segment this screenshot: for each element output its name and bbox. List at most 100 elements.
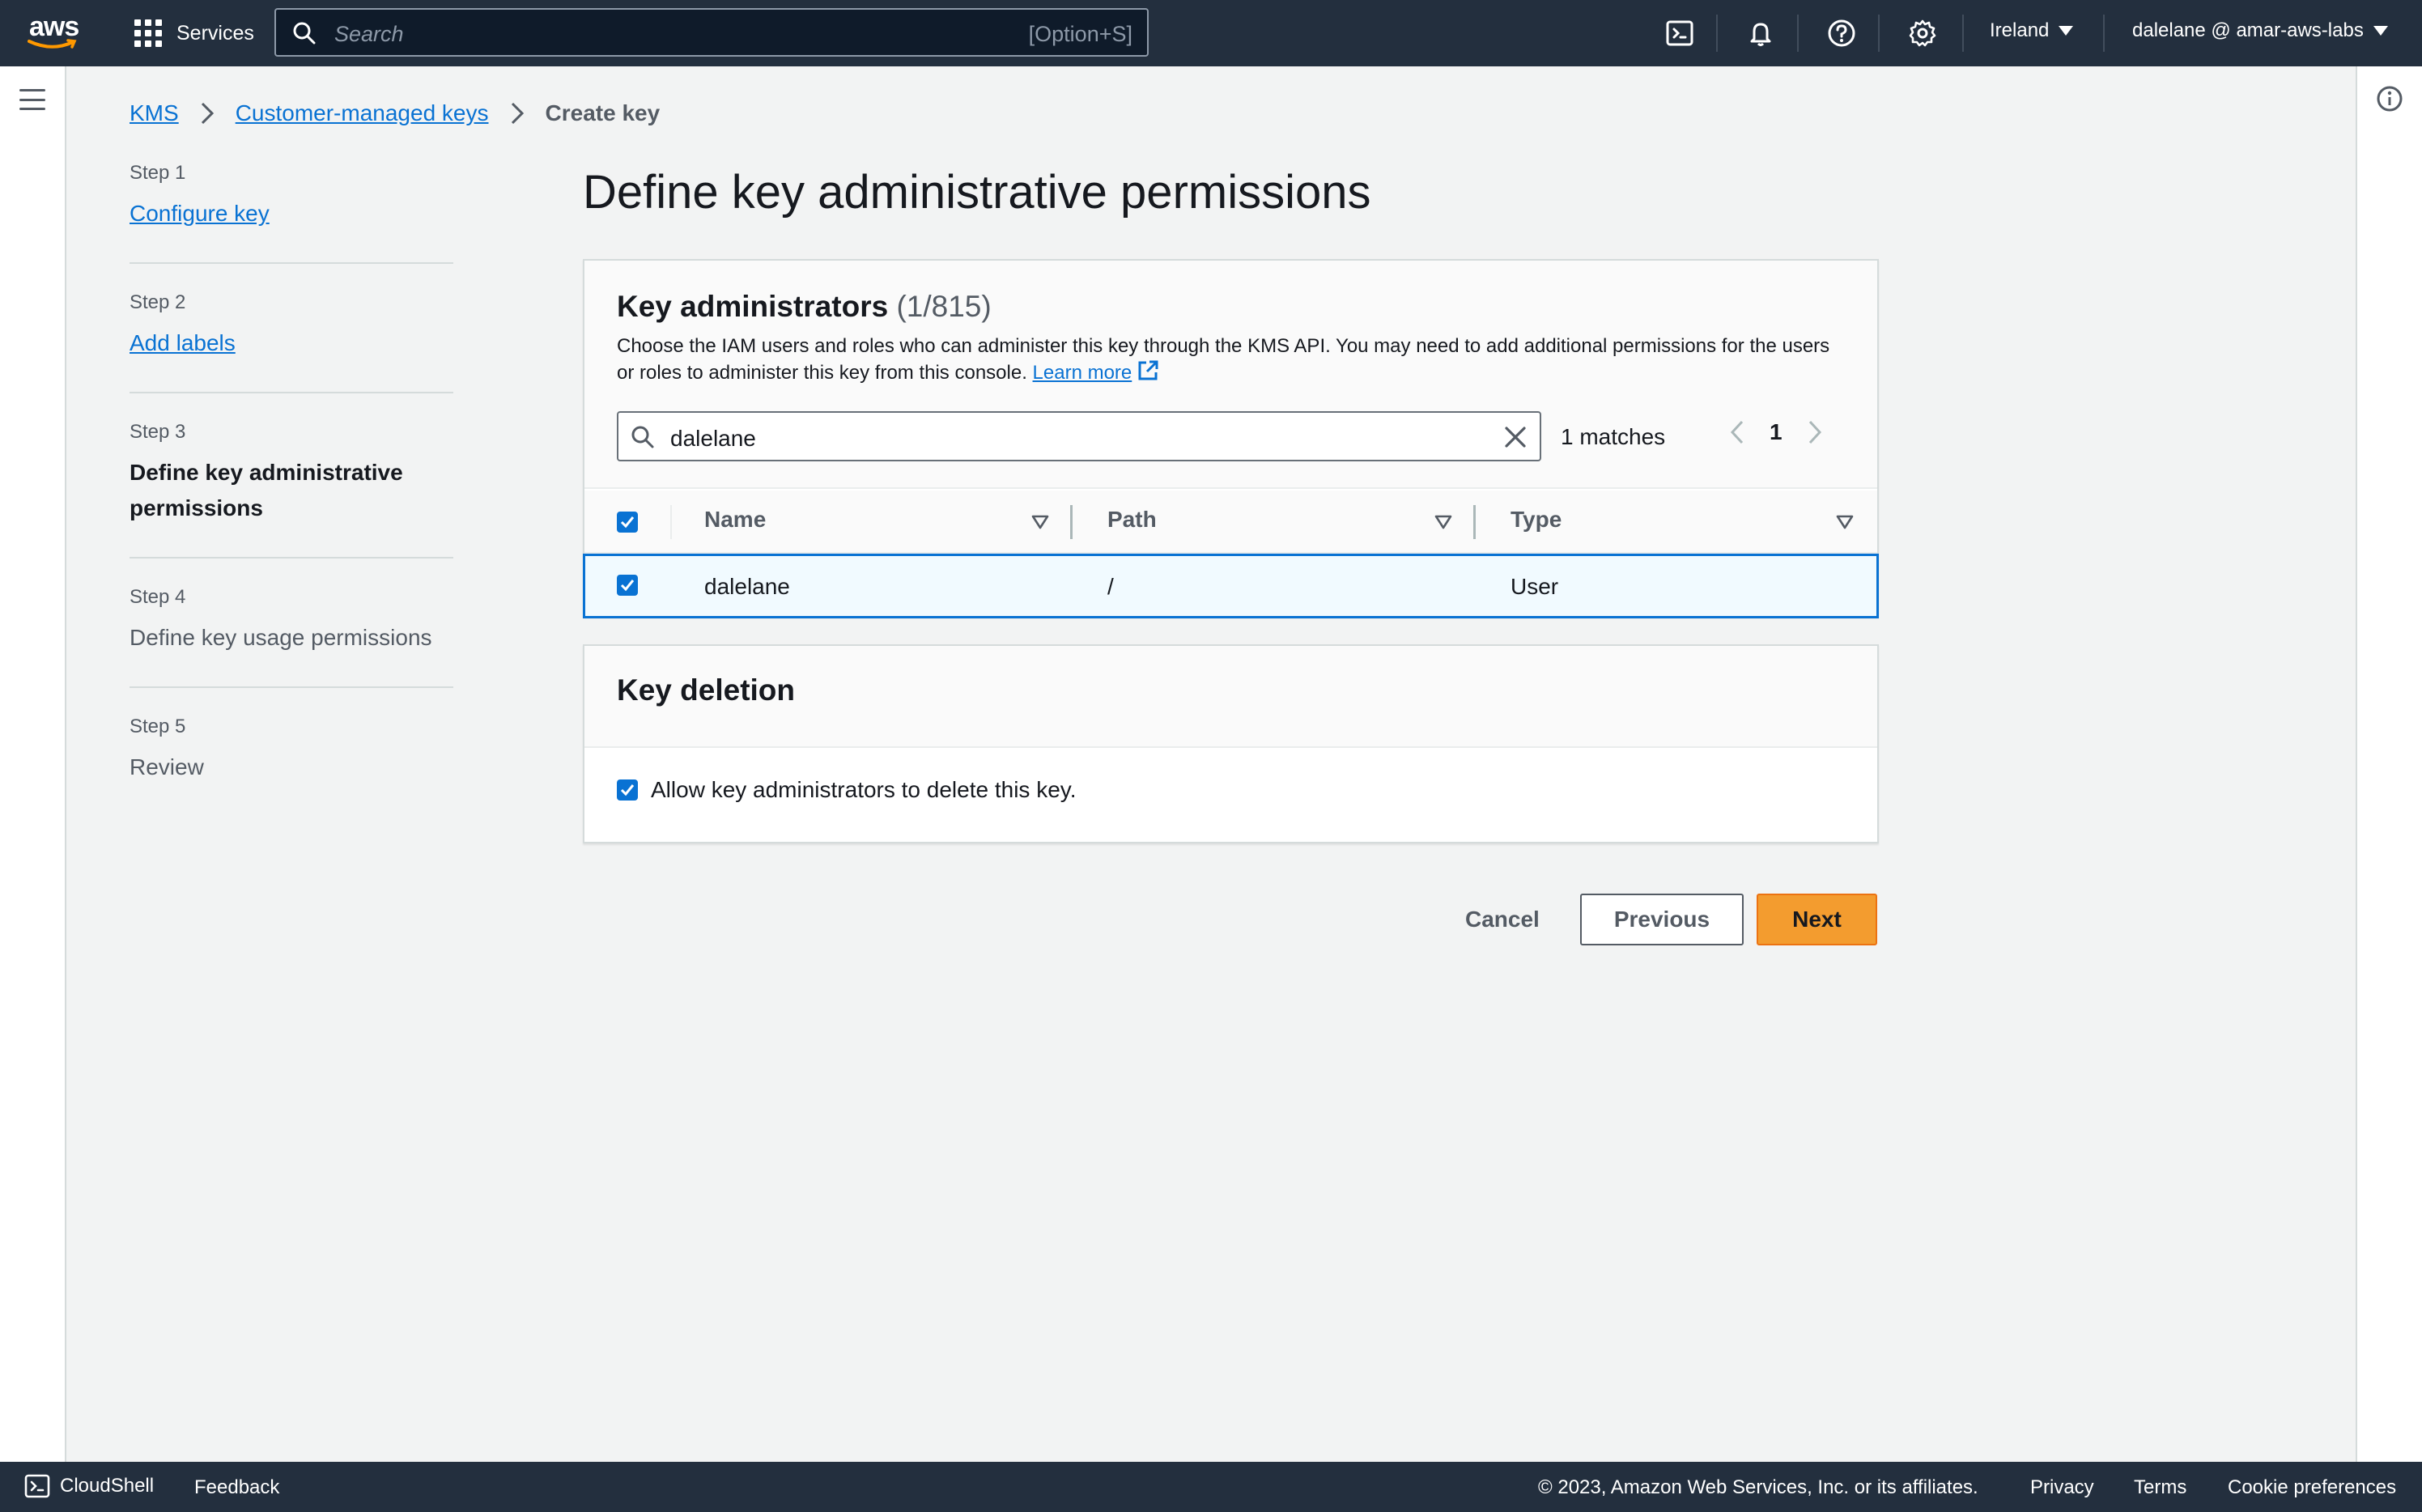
current-page[interactable]: 1 <box>1770 419 1783 445</box>
check-icon <box>620 580 635 592</box>
region-selector[interactable]: Ireland <box>1990 19 2074 42</box>
allow-delete-label[interactable]: Allow key administrators to delete this … <box>651 777 1076 803</box>
pagination: 1 <box>1729 419 1823 445</box>
chevron-left-icon <box>1730 420 1744 444</box>
cookie-preferences-link[interactable]: Cookie preferences <box>2228 1476 2396 1499</box>
selection-count: (1/815) <box>896 290 992 323</box>
table-header: Name Path Type <box>584 491 1877 554</box>
wizard-step-1: Step 1 Configure key <box>130 162 453 264</box>
search-placeholder: Search <box>334 22 404 46</box>
allow-delete-checkbox[interactable] <box>617 779 638 801</box>
next-page-button[interactable] <box>1807 419 1823 445</box>
panel-title: Key administrators (1/815) <box>617 290 992 324</box>
footer: CloudShell Feedback © 2023, Amazon Web S… <box>0 1462 2422 1512</box>
clear-filter-icon[interactable] <box>1502 424 1528 450</box>
panel-title: Key deletion <box>617 673 795 707</box>
global-search-input[interactable]: Search [Option+S] <box>274 8 1149 57</box>
help-icon[interactable] <box>1825 16 1859 50</box>
chevron-right-icon <box>201 102 214 125</box>
step-number: Step 2 <box>130 291 186 313</box>
learn-more-link[interactable]: Learn more <box>1033 362 1132 384</box>
column-header-path[interactable]: Path <box>1107 507 1157 533</box>
sort-icon[interactable] <box>1434 515 1452 529</box>
check-icon <box>620 784 635 796</box>
nav-divider <box>1878 15 1880 52</box>
wizard-steps: Step 1 Configure key Step 2 Add labels S… <box>130 162 453 843</box>
wizard-step-2: Step 2 Add labels <box>130 291 453 393</box>
panel-header: Key administrators (1/815) Choose the IA… <box>584 261 1877 489</box>
services-menu[interactable]: Services <box>134 18 254 49</box>
chevron-right-icon <box>1808 420 1821 444</box>
info-icon[interactable] <box>2375 84 2404 113</box>
gear-icon[interactable] <box>1906 16 1940 50</box>
cloudshell-icon[interactable] <box>1663 16 1697 50</box>
search-icon <box>293 22 316 45</box>
bell-icon[interactable] <box>1744 16 1778 50</box>
column-header-name[interactable]: Name <box>704 507 766 533</box>
key-administrators-panel: Key administrators (1/815) Choose the IA… <box>583 259 1879 618</box>
column-resizer[interactable] <box>1070 505 1073 539</box>
filter-input[interactable]: dalelane <box>617 411 1541 461</box>
nav-divider <box>1716 15 1718 52</box>
right-tools-rail <box>2356 66 2422 1462</box>
table-row[interactable]: dalelane / User <box>583 554 1879 618</box>
external-link-icon <box>1138 360 1158 380</box>
step-label: Review <box>130 754 204 779</box>
step-current-label: Define key administrative permissions <box>130 460 403 520</box>
step-link-configure-key[interactable]: Configure key <box>130 196 453 231</box>
row-checkbox[interactable] <box>617 575 638 596</box>
cancel-button[interactable]: Cancel <box>1441 907 1564 932</box>
aws-logo[interactable]: aws <box>28 11 81 52</box>
nav-divider <box>1962 15 1964 52</box>
step-number: Step 5 <box>130 716 186 737</box>
cell-name: dalelane <box>704 574 790 599</box>
search-icon <box>631 426 654 448</box>
sort-icon[interactable] <box>1836 515 1854 529</box>
privacy-link[interactable]: Privacy <box>2030 1476 2094 1499</box>
nav-divider <box>2103 15 2105 52</box>
wizard-step-3: Step 3 Define key administrative permiss… <box>130 421 453 559</box>
cloudshell-icon <box>24 1474 50 1498</box>
top-navigation: aws Services Search [Option+S] Ireland d… <box>0 0 2422 66</box>
check-icon <box>620 516 635 529</box>
allow-delete-option[interactable]: Allow key administrators to delete this … <box>617 777 1076 803</box>
panel-header: Key deletion <box>584 646 1877 748</box>
breadcrumb: KMS Customer-managed keys Create key <box>130 100 660 126</box>
wizard-step-4: Step 4 Define key usage permissions <box>130 586 453 688</box>
copyright-text: © 2023, Amazon Web Services, Inc. or its… <box>1538 1476 1978 1498</box>
panel-description: Choose the IAM users and roles who can a… <box>617 333 1847 386</box>
cloudshell-button[interactable]: CloudShell <box>24 1473 154 1499</box>
next-button[interactable]: Next <box>1757 894 1877 945</box>
column-header-type[interactable]: Type <box>1511 507 1562 533</box>
wizard-actions: Cancel Previous Next <box>1441 894 1877 945</box>
cloudshell-label: CloudShell <box>60 1475 155 1497</box>
feedback-link[interactable]: Feedback <box>194 1476 279 1499</box>
step-link-add-labels[interactable]: Add labels <box>130 325 453 361</box>
nav-divider <box>1797 15 1799 52</box>
account-label: dalelane @ amar-aws-labs <box>2132 19 2364 41</box>
select-all-checkbox[interactable] <box>617 512 638 533</box>
column-resizer[interactable] <box>1473 505 1476 539</box>
cell-type: User <box>1511 574 1559 599</box>
key-deletion-panel: Key deletion Allow key administrators to… <box>583 644 1879 843</box>
step-number: Step 1 <box>130 162 186 184</box>
column-divider <box>670 505 672 539</box>
wizard-step-5: Step 5 Review <box>130 716 453 816</box>
account-menu[interactable]: dalelane @ amar-aws-labs <box>2132 19 2388 42</box>
description-text: Choose the IAM users and roles who can a… <box>617 335 1830 384</box>
caret-down-icon <box>2373 26 2388 36</box>
sort-icon[interactable] <box>1031 515 1049 529</box>
region-label: Ireland <box>1990 19 2050 41</box>
menu-icon[interactable] <box>19 89 45 110</box>
panel-title-text: Key administrators <box>617 290 889 323</box>
breadcrumb-kms[interactable]: KMS <box>130 100 179 126</box>
left-navigation-rail <box>0 66 66 1462</box>
previous-page-button[interactable] <box>1729 419 1745 445</box>
services-grid-icon <box>134 19 162 47</box>
terms-link[interactable]: Terms <box>2134 1476 2186 1499</box>
search-shortcut: [Option+S] <box>1028 22 1132 46</box>
aws-smile-icon <box>28 39 77 49</box>
filter-value: dalelane <box>670 426 756 451</box>
previous-button[interactable]: Previous <box>1579 894 1744 945</box>
breadcrumb-customer-managed-keys[interactable]: Customer-managed keys <box>236 100 489 126</box>
